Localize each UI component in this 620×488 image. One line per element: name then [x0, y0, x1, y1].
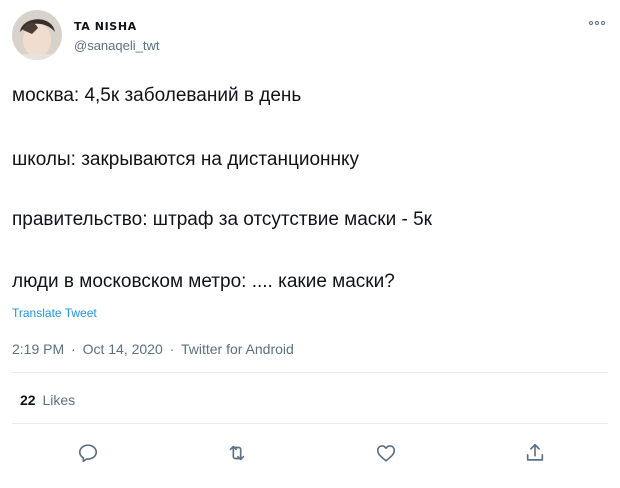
- reply-button[interactable]: [71, 436, 105, 470]
- more-dot: [595, 21, 599, 25]
- share-icon: [526, 443, 544, 461]
- share-button[interactable]: [518, 436, 552, 470]
- avatar-image: [12, 10, 62, 60]
- meta-separator: ·: [71, 341, 76, 357]
- likes-label: Likes: [42, 392, 76, 408]
- divider: [12, 423, 608, 424]
- meta-separator: ·: [169, 341, 175, 357]
- action-bar: [0, 436, 620, 470]
- heart-icon: [376, 445, 396, 462]
- tweet-source[interactable]: Twitter for Android: [181, 341, 294, 357]
- likes-count: 22: [20, 392, 36, 408]
- tweet-time[interactable]: 2:19 PM: [12, 341, 64, 357]
- more-dot: [589, 21, 593, 25]
- display-name[interactable]: TA NISHA: [74, 20, 159, 34]
- likes-stat[interactable]: 22 Likes: [20, 392, 75, 408]
- tweet-line: москва: 4,5к заболеваний в день: [12, 85, 302, 106]
- user-info: TA NISHA @sanaqeli_twt: [74, 20, 159, 55]
- tweet-line: люди в московском метро: .... какие маск…: [12, 271, 395, 292]
- more-dot: [601, 21, 605, 25]
- user-handle[interactable]: @sanaqeli_twt: [74, 37, 159, 55]
- retweet-button[interactable]: [220, 436, 254, 470]
- tweet-line: правительство: штраф за отсутствие маски…: [12, 209, 432, 230]
- like-button[interactable]: [369, 436, 403, 470]
- divider: [12, 372, 608, 373]
- translate-tweet-link[interactable]: Translate Tweet: [12, 306, 97, 320]
- tweet-card: TA NISHA @sanaqeli_twt москва: 4,5к забо…: [0, 0, 620, 488]
- tweet-meta: 2:19 PM · Oct 14, 2020 · Twitter for And…: [12, 340, 294, 358]
- tweet-line: школы: закрываются на дистанционнку: [12, 149, 360, 170]
- tweet-header: TA NISHA @sanaqeli_twt: [12, 10, 610, 66]
- tweet-date[interactable]: Oct 14, 2020: [83, 341, 163, 357]
- avatar[interactable]: [12, 10, 62, 60]
- more-options-icon[interactable]: [586, 16, 608, 30]
- reply-icon: [78, 444, 98, 463]
- retweet-icon: [229, 445, 245, 461]
